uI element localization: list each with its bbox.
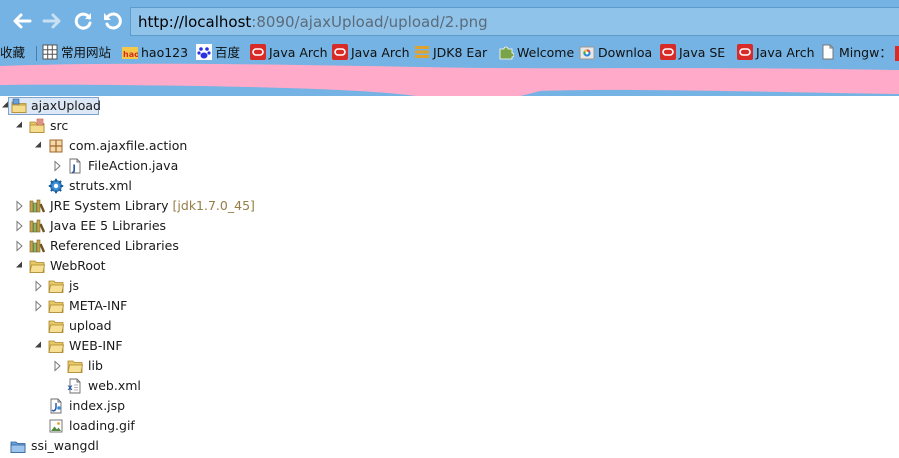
tree-item-ssi-wangdl[interactable]: ssi_wangdl bbox=[0, 436, 899, 456]
gear-icon bbox=[48, 178, 64, 194]
xml-file-icon: x bbox=[68, 378, 81, 394]
svg-text:J: J bbox=[72, 164, 76, 174]
tree-item-jre-system-library[interactable]: JRE System Library [jdk1.7.0_45] bbox=[0, 196, 899, 216]
folder-icon bbox=[48, 340, 64, 353]
folder-icon bbox=[48, 300, 64, 313]
navigation-bar: http://localhost:8090/ajaxUpload/upload/… bbox=[0, 0, 899, 42]
collapsed-triangle-icon[interactable] bbox=[15, 236, 25, 256]
tree-item-web-inf[interactable]: WEB-INF bbox=[0, 336, 899, 356]
forward-arrow-icon bbox=[42, 13, 61, 29]
tree-item-ajaxupload[interactable]: ajaxUpload bbox=[0, 96, 899, 116]
folder-icon bbox=[67, 360, 83, 373]
reload-icon bbox=[74, 12, 92, 30]
package-explorer-tree: ajaxUpload src com.ajaxfile.action J Fil… bbox=[0, 96, 899, 458]
library-icon bbox=[29, 219, 45, 233]
collapsed-triangle-icon[interactable] bbox=[53, 156, 63, 176]
forward-button[interactable] bbox=[40, 9, 64, 33]
tree-item-index-jsp[interactable]: index.jsp bbox=[0, 396, 899, 416]
tree-label: Java EE 5 Libraries bbox=[50, 218, 167, 233]
tree-label: web.xml bbox=[88, 378, 141, 393]
svg-text:x: x bbox=[68, 383, 74, 392]
tree-item-java-ee-libraries[interactable]: Java EE 5 Libraries bbox=[0, 216, 899, 236]
folder-icon bbox=[48, 320, 64, 333]
collapsed-triangle-icon[interactable] bbox=[15, 216, 25, 236]
reload-button[interactable] bbox=[71, 9, 95, 33]
jsp-file-icon bbox=[50, 398, 62, 414]
tree-label: src bbox=[50, 118, 69, 133]
address-url[interactable]: http://localhost:8090/ajaxUpload/upload/… bbox=[138, 12, 488, 32]
tree-label: js bbox=[69, 278, 79, 293]
tree-item-web-xml[interactable]: x web.xml bbox=[0, 376, 899, 396]
tree-item-struts-xml[interactable]: struts.xml bbox=[0, 176, 899, 196]
tree-item-referenced-libraries[interactable]: Referenced Libraries bbox=[0, 236, 899, 256]
back-button[interactable] bbox=[10, 9, 34, 33]
tree-label: FileAction.java bbox=[88, 158, 179, 173]
address-bar[interactable]: http://localhost:8090/ajaxUpload/upload/… bbox=[130, 7, 899, 36]
tree-label-text: JRE System Library bbox=[50, 198, 169, 213]
undo-icon bbox=[104, 12, 122, 30]
tree-item-meta-inf[interactable]: META-INF bbox=[0, 296, 899, 316]
expanded-triangle-icon[interactable] bbox=[15, 256, 25, 276]
tree-item-src[interactable]: src bbox=[0, 116, 899, 136]
tree-item-js[interactable]: js bbox=[0, 276, 899, 296]
back-arrow-icon bbox=[13, 13, 32, 29]
tree-label: loading.gif bbox=[69, 418, 135, 433]
tree-label: struts.xml bbox=[69, 178, 132, 193]
undo-close-button[interactable] bbox=[101, 9, 125, 33]
tree-label: upload bbox=[69, 318, 112, 333]
tree-label: lib bbox=[88, 358, 103, 373]
folder-icon bbox=[48, 280, 64, 293]
tree-label: META-INF bbox=[69, 298, 128, 313]
closed-project-icon bbox=[10, 441, 26, 453]
package-icon bbox=[49, 139, 63, 153]
expanded-triangle-icon[interactable] bbox=[1, 96, 11, 116]
source-folder-icon bbox=[29, 118, 45, 133]
tree-label: JRE System Library [jdk1.7.0_45] bbox=[50, 196, 255, 216]
address-path: :8090/ajaxUpload/upload/2.png bbox=[251, 13, 488, 31]
folder-icon bbox=[29, 260, 45, 273]
library-icon bbox=[29, 199, 45, 213]
tree-label: Referenced Libraries bbox=[50, 238, 179, 253]
tree-label: com.ajaxfile.action bbox=[69, 138, 188, 153]
tree-label: ajaxUpload bbox=[31, 98, 101, 113]
address-host: http://localhost bbox=[138, 13, 252, 31]
collapsed-triangle-icon[interactable] bbox=[34, 276, 44, 296]
expanded-triangle-icon[interactable] bbox=[34, 336, 44, 356]
project-icon bbox=[11, 98, 27, 113]
tree-item-loading-gif[interactable]: loading.gif bbox=[0, 416, 899, 436]
expanded-triangle-icon[interactable] bbox=[34, 136, 44, 156]
tree-item-webroot[interactable]: WebRoot bbox=[0, 256, 899, 276]
library-icon bbox=[29, 239, 45, 253]
tree-item-lib[interactable]: lib bbox=[0, 356, 899, 376]
tree-item-upload[interactable]: upload bbox=[0, 316, 899, 336]
tree-label: ssi_wangdl bbox=[31, 438, 99, 453]
tree-label: index.jsp bbox=[69, 398, 126, 413]
collapsed-triangle-icon[interactable] bbox=[53, 356, 63, 376]
expanded-triangle-icon[interactable] bbox=[15, 116, 25, 136]
collapsed-triangle-icon[interactable] bbox=[34, 296, 44, 316]
jdk-version-decoration: [jdk1.7.0_45] bbox=[172, 198, 255, 213]
tree-item-fileaction-java[interactable]: J FileAction.java bbox=[0, 156, 899, 176]
image-file-icon bbox=[49, 419, 63, 433]
tree-item-package[interactable]: com.ajaxfile.action bbox=[0, 136, 899, 156]
tree-label: WEB-INF bbox=[69, 338, 123, 353]
tree-label: WebRoot bbox=[50, 258, 106, 273]
collapsed-triangle-icon[interactable] bbox=[15, 196, 25, 216]
java-file-icon: J bbox=[69, 158, 81, 174]
